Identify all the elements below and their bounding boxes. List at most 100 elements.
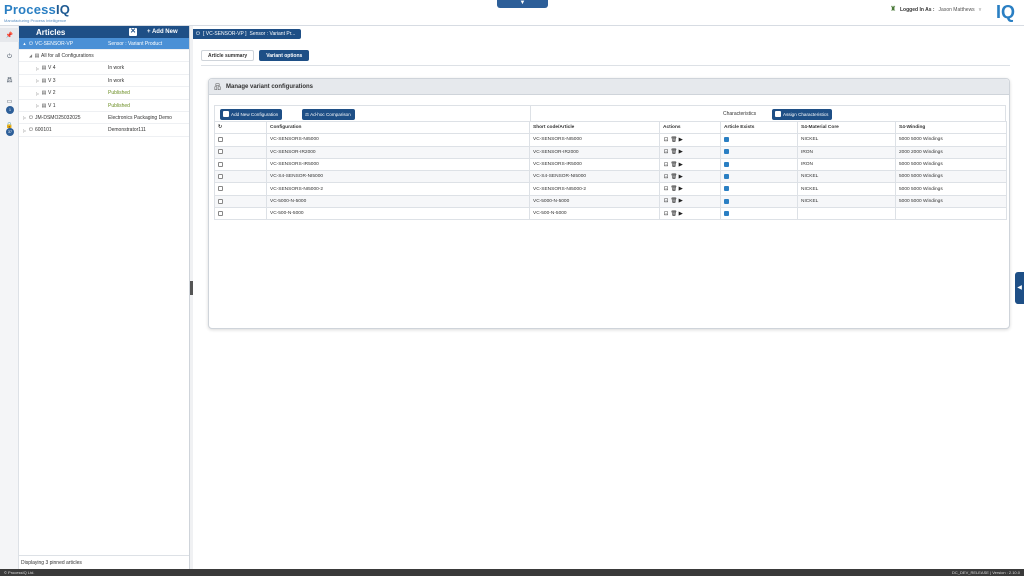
- breadcrumb[interactable]: ⏻ [ VC-SENSOR-VP ] Sensor : Variant Pr..…: [193, 29, 302, 39]
- row-select-checkbox[interactable]: [218, 149, 223, 155]
- tree-item-status: In work: [108, 65, 125, 72]
- tree-item[interactable]: ▷ ▤ V 3 In work: [19, 75, 189, 88]
- articles-title: Articles: [36, 27, 66, 37]
- delete-icon[interactable]: 🗑: [670, 137, 677, 143]
- material-core-cell: IRON: [801, 162, 813, 168]
- table-row[interactable]: VC-SENSORS-NI5000 VC-SENSORS-NI5000 ⊡ 🗑 ▶ N…: [214, 133, 1007, 147]
- table-cell: VC-SENSORS-IR5000: [529, 157, 660, 172]
- table-row[interactable]: VC-SENSORS-NI5000-2 VC-SENSORS-NI5000-2 ⊡ …: [214, 182, 1007, 196]
- table-row[interactable]: VC-SENSORS-IR5000 VC-SENSORS-IR5000 ⊡ 🗑 ▶ I…: [214, 157, 1007, 172]
- edit-icon[interactable]: ⊡: [663, 149, 669, 155]
- play-icon[interactable]: ▶: [678, 211, 684, 217]
- tab-article-summary[interactable]: Article summary: [201, 50, 255, 61]
- power-icon[interactable]: ⏻: [0, 50, 19, 64]
- edit-icon[interactable]: ⊡: [663, 137, 669, 143]
- table-cell: VC-S4-SENSOR-NI5000: [529, 170, 660, 184]
- table-row[interactable]: VC-500-N-5000 VC-500-N-5000 ⊡ 🗑 ▶: [214, 207, 1007, 221]
- adhoc-comparison-button[interactable]: ⚖ Ad-hoc Comparison: [302, 109, 355, 120]
- user-menu-chevron-icon[interactable]: ▿: [979, 7, 982, 13]
- tree-item[interactable]: ▷ ⏻ 600101 Demonstrator111: [19, 125, 189, 137]
- table-cell: 5000 5000 Windings: [895, 194, 1007, 209]
- edit-icon[interactable]: ⊡: [663, 211, 669, 217]
- play-icon[interactable]: ▶: [678, 162, 684, 168]
- edit-icon[interactable]: ⊡: [663, 198, 669, 204]
- delete-icon[interactable]: 🗑: [670, 149, 677, 155]
- row-select-checkbox[interactable]: [218, 210, 223, 216]
- row-select-checkbox[interactable]: [218, 161, 223, 167]
- delete-icon[interactable]: 🗑: [670, 174, 677, 180]
- header-dropdown-toggle[interactable]: ▼: [497, 0, 548, 8]
- edit-icon[interactable]: ⊡: [663, 162, 669, 168]
- tree-item[interactable]: ▲ ⏻ VC-SENSOR-VP Sensor : Variant Product: [19, 38, 189, 50]
- col-material-core[interactable]: S4-Material Core: [797, 120, 896, 135]
- close-icon[interactable]: ✕: [129, 28, 137, 36]
- col-configuration[interactable]: Configuration: [266, 120, 530, 135]
- configuration-cell: VC-SENSORS-NI5000-2: [270, 186, 324, 192]
- document-icon: ▤: [41, 65, 47, 72]
- tab-variant-options[interactable]: Variant options: [259, 50, 310, 61]
- add-new-article-button[interactable]: + Add New: [147, 26, 178, 38]
- tree-item-status: Published: [108, 102, 130, 109]
- delete-icon[interactable]: 🗑: [670, 211, 677, 217]
- table-cell: ⊡ 🗑 ▶: [659, 145, 721, 159]
- table-row[interactable]: VC-5000-N-5000 VC-5000-N-5000 ⊡ 🗑 ▶ NICKEL 5…: [214, 194, 1007, 209]
- material-core-cell: NICKEL: [801, 186, 819, 192]
- article-exists-checkbox: [724, 149, 729, 155]
- configuration-cell: VC-S4-SENSOR-NI5000: [270, 174, 324, 180]
- delete-icon[interactable]: 🗑: [670, 186, 677, 192]
- tree-item-name: V 1: [48, 102, 56, 109]
- table-row[interactable]: VC-S4-SENSOR-NI5000 VC-S4-SENSOR-NI5000 ⊡ …: [214, 170, 1007, 184]
- configuration-cell: VC-SENSOR-IR2000: [270, 149, 316, 155]
- winding-cell: 5000 5000 Windings: [899, 174, 943, 180]
- edit-icon[interactable]: ⊡: [663, 174, 669, 180]
- col-article-exists[interactable]: Article Exists: [720, 120, 798, 135]
- tree-item[interactable]: ▷ ▤ V 2 Published: [19, 88, 189, 100]
- network-icon[interactable]: 品: [0, 72, 19, 86]
- user-area[interactable]: ♜ Logged In As : Jason Matthews ▿: [890, 6, 981, 13]
- col-short-code[interactable]: Short code/Article: [529, 120, 660, 135]
- tree-item[interactable]: ◢ ▤ All for all Configurations: [19, 50, 189, 63]
- play-icon[interactable]: ▶: [678, 186, 684, 192]
- select-all-header[interactable]: ↻: [214, 120, 267, 135]
- table-cell: [214, 207, 267, 221]
- refresh-icon[interactable]: ↻: [218, 125, 222, 130]
- table-cell: VC-5000-N-5000: [529, 194, 660, 209]
- row-select-checkbox[interactable]: [218, 173, 223, 179]
- play-icon[interactable]: ▶: [678, 198, 684, 204]
- tree-item[interactable]: ▷ ▤ V 1 Published: [19, 100, 189, 112]
- pin-icon[interactable]: 📌: [0, 28, 19, 42]
- side-panel-toggle[interactable]: ◀: [1015, 272, 1024, 304]
- row-select-checkbox[interactable]: [218, 198, 223, 204]
- table-cell: ⊡ 🗑 ▶: [659, 194, 721, 209]
- play-icon[interactable]: ▶: [678, 149, 684, 155]
- add-configuration-button[interactable]: Add New Configuration: [220, 109, 283, 120]
- edit-icon[interactable]: ⊡: [663, 186, 669, 192]
- user-name[interactable]: Jason Matthews: [939, 7, 975, 13]
- row-select-checkbox[interactable]: [218, 186, 223, 192]
- assign-characteristics-button[interactable]: Assign Characteristics: [772, 109, 833, 120]
- processiq-logo[interactable]: ProcessIQ Manufacturing Process Intellig…: [4, 3, 70, 24]
- table-row[interactable]: VC-SENSOR-IR2000 VC-SENSOR-IR2000 ⊡ 🗑 ▶ IRO…: [214, 145, 1007, 159]
- row-select-checkbox[interactable]: [218, 137, 223, 143]
- table-cell: [214, 194, 267, 209]
- tree-item-desc: Electronics Packaging Demo: [108, 114, 172, 121]
- tree-item[interactable]: ▷ ▤ V 4 In work: [19, 63, 189, 75]
- col-winding[interactable]: S4-Winding: [895, 120, 1007, 135]
- table-cell: [720, 133, 798, 147]
- delete-icon[interactable]: 🗑: [670, 162, 677, 168]
- table-cell: VC-SENSORS-IR5000: [266, 157, 530, 172]
- delete-icon[interactable]: 🗑: [670, 198, 677, 204]
- play-icon[interactable]: ▶: [678, 174, 684, 180]
- card-header: 品 Manage variant configurations: [209, 79, 1009, 95]
- iq-brand-mark: IQ: [996, 2, 1016, 22]
- logged-in-label: Logged In As :: [900, 6, 935, 13]
- play-icon[interactable]: ▶: [678, 137, 684, 143]
- material-core-cell: NICKEL: [801, 174, 819, 180]
- article-exists-checkbox: [724, 137, 729, 143]
- table-cell: IRON: [797, 157, 896, 172]
- winding-cell: 2000 2000 Windings: [899, 149, 943, 155]
- table-cell: [214, 133, 267, 147]
- tree-item[interactable]: ▷ ⏻ JM-DSMO25032025 Electronics Packaging D…: [19, 112, 189, 125]
- breadcrumb-code: [ VC-SENSOR-VP ]: [202, 31, 247, 37]
- configurations-table: ↻ Configuration Short code/Article Actio…: [214, 120, 1007, 221]
